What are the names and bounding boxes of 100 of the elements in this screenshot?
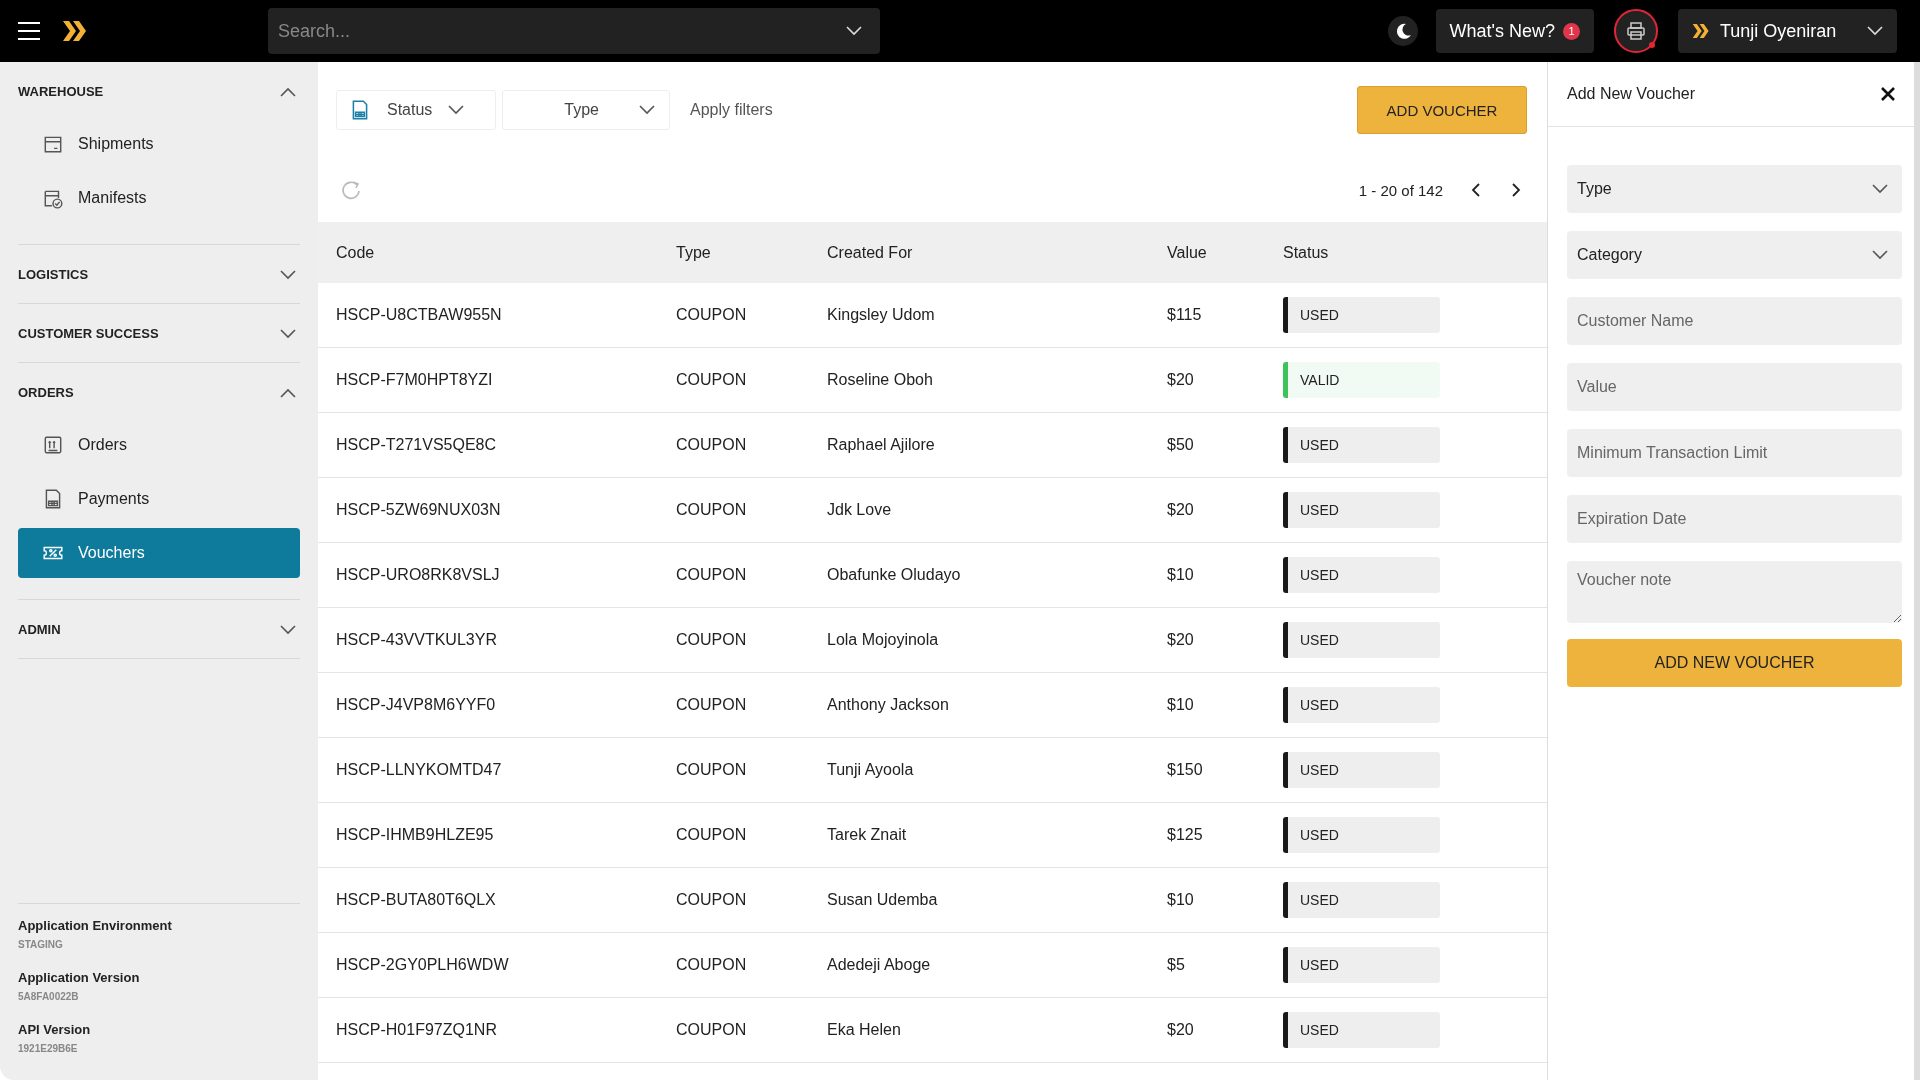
table-cell-text: COUPON bbox=[676, 371, 748, 389]
menu-icon[interactable] bbox=[18, 22, 40, 40]
sidebar-item[interactable]: Vouchers bbox=[18, 528, 300, 578]
table-cell-text: $10 bbox=[1167, 891, 1195, 909]
status-badge: USED bbox=[1283, 427, 1440, 463]
section-header[interactable]: ORDERS bbox=[18, 385, 300, 400]
sidebar-item[interactable]: Payments bbox=[18, 474, 300, 524]
table-cell-text: $20 bbox=[1167, 371, 1195, 389]
close-icon[interactable] bbox=[1880, 86, 1896, 102]
table-cell-text: $10 bbox=[1167, 696, 1195, 714]
notification-badge: 1 bbox=[1563, 22, 1580, 40]
sidebar-item[interactable]: Manifests bbox=[18, 173, 300, 223]
textarea-field[interactable]: Voucher note bbox=[1567, 561, 1902, 623]
table-cell-text: Raphael Ajilore bbox=[827, 436, 936, 454]
type-filter[interactable]: Type bbox=[502, 90, 670, 130]
table-cell-text: Susan Udemba bbox=[827, 891, 939, 909]
column-header[interactable]: Code bbox=[336, 243, 676, 262]
apply-filters-link[interactable]: Apply filters bbox=[690, 101, 773, 119]
column-header[interactable]: Value bbox=[1167, 243, 1283, 262]
chevron-down-icon bbox=[1872, 250, 1888, 260]
chevron-down-icon bbox=[448, 105, 465, 115]
section-header[interactable]: WAREHOUSE bbox=[18, 84, 300, 99]
item-label: Orders bbox=[78, 436, 127, 454]
input-field[interactable]: Customer Name bbox=[1567, 297, 1902, 345]
status-badge: USED bbox=[1283, 557, 1440, 593]
table-cell-text: Adedeji Aboge bbox=[827, 956, 932, 974]
section-title: ORDERS bbox=[18, 385, 74, 400]
info-value: 5A8FA0022B bbox=[18, 991, 80, 1002]
table-cell-text: Obafunke Oludayo bbox=[827, 566, 962, 584]
section-header[interactable]: LOGISTICS bbox=[18, 267, 300, 282]
pagination-text: 1 - 20 of 142 bbox=[1358, 181, 1443, 199]
sidebar-item[interactable]: Orders bbox=[18, 420, 300, 470]
table-cell-text: $115 bbox=[1167, 306, 1203, 324]
whats-new-button[interactable]: What's New? 1 bbox=[1435, 9, 1594, 53]
table-cell-text: HSCP-43VVTKUL3YR bbox=[336, 631, 498, 649]
input-field[interactable]: Expiration Date bbox=[1567, 495, 1902, 543]
input-field[interactable]: Value bbox=[1567, 363, 1902, 411]
table-cell-text: Tarek Znait bbox=[827, 826, 908, 844]
table-cell-text: $20 bbox=[1167, 631, 1195, 649]
item-label: Payments bbox=[78, 490, 150, 508]
table-cell-text: COUPON bbox=[676, 501, 748, 519]
table-cell-text: Eka Helen bbox=[827, 1021, 902, 1039]
info-value: 1921E29B6E bbox=[18, 1043, 79, 1054]
table-cell-text: Roseline Oboh bbox=[827, 371, 934, 389]
moon-icon[interactable] bbox=[1387, 16, 1418, 46]
input-field[interactable]: Minimum Transaction Limit bbox=[1567, 429, 1902, 477]
printer-button[interactable] bbox=[1614, 9, 1658, 53]
select-field[interactable]: Type bbox=[1567, 165, 1902, 213]
add-new-voucher-button[interactable]: ADD NEW VOUCHER bbox=[1567, 639, 1902, 687]
table-cell-text: HSCP-BUTA80T6QLX bbox=[336, 891, 497, 909]
table-cell-text: COUPON bbox=[676, 696, 748, 714]
logo-icon[interactable] bbox=[62, 20, 88, 42]
table-cell-text: HSCP-H01F97ZQ1NR bbox=[336, 1021, 498, 1039]
add-voucher-button[interactable]: ADD VOUCHER bbox=[1357, 86, 1527, 134]
status-badge: USED bbox=[1283, 1012, 1440, 1048]
status-badge: USED bbox=[1283, 687, 1440, 723]
select-field[interactable]: Category bbox=[1567, 231, 1902, 279]
printer-icon bbox=[1626, 21, 1646, 41]
table-cell-text: Tunji Ayoola bbox=[827, 761, 915, 779]
table-cell-text: HSCP-URO8RK8VSLJ bbox=[336, 566, 501, 584]
status-filter[interactable]: Status bbox=[336, 90, 496, 130]
search-field[interactable]: Search... bbox=[268, 8, 880, 54]
section-title: WAREHOUSE bbox=[18, 84, 104, 99]
table-cell-text: HSCP-5ZW69NUX03N bbox=[336, 501, 502, 519]
table-cell-text: COUPON bbox=[676, 566, 748, 584]
table-cell-text: COUPON bbox=[676, 631, 748, 649]
column-header[interactable]: Status bbox=[1283, 243, 1547, 262]
item-label: Manifests bbox=[78, 189, 147, 207]
table-cell-text: $50 bbox=[1167, 436, 1195, 454]
status-badge: USED bbox=[1283, 622, 1440, 658]
chevron-down-icon bbox=[1867, 26, 1883, 36]
info-label: Application Version bbox=[18, 970, 141, 985]
table-cell-text: HSCP-T271VS5QE8C bbox=[336, 436, 498, 454]
brand-icon bbox=[1692, 23, 1710, 39]
table-cell-text: COUPON bbox=[676, 761, 748, 779]
column-header[interactable]: Created For bbox=[827, 243, 1167, 262]
item-label: Vouchers bbox=[78, 544, 145, 562]
chevron-left-icon[interactable] bbox=[1471, 182, 1481, 198]
table-cell-text: COUPON bbox=[676, 891, 748, 909]
section-header[interactable]: CUSTOMER SUCCESS bbox=[18, 326, 300, 341]
chevron-right-icon[interactable] bbox=[1511, 182, 1521, 198]
status-badge: USED bbox=[1283, 817, 1440, 853]
table-cell-text: $20 bbox=[1167, 1021, 1195, 1039]
table-cell-text: COUPON bbox=[676, 306, 748, 324]
table-cell-text: $20 bbox=[1167, 501, 1195, 519]
table-cell-text: Lola Mojoyinola bbox=[827, 631, 940, 649]
table-cell-text: HSCP-F7M0HPT8YZI bbox=[336, 371, 494, 389]
user-menu-button[interactable]: Tunji Oyeniran bbox=[1678, 9, 1897, 53]
section-header[interactable]: ADMIN bbox=[18, 622, 300, 637]
table-cell-text: COUPON bbox=[676, 1021, 748, 1039]
table-cell-text: HSCP-LLNYKOMTD47 bbox=[336, 761, 503, 779]
status-badge: VALID bbox=[1283, 362, 1440, 398]
chevron-down-icon bbox=[846, 26, 862, 36]
table-cell-text: COUPON bbox=[676, 436, 748, 454]
column-header[interactable]: Type bbox=[676, 243, 827, 262]
chevron-down-icon bbox=[639, 105, 655, 115]
sidebar-item[interactable]: Shipments bbox=[18, 119, 300, 169]
status-badge: USED bbox=[1283, 492, 1440, 528]
chevron-down-icon bbox=[1872, 184, 1888, 194]
item-label: Shipments bbox=[78, 135, 154, 153]
